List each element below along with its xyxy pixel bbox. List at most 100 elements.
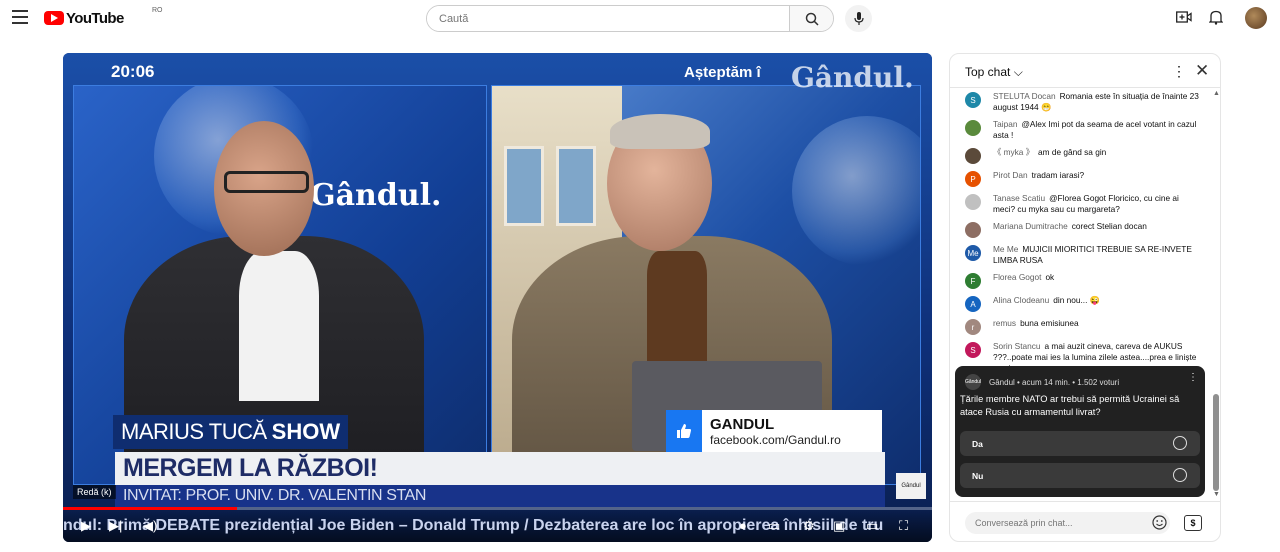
chat-author-avatar[interactable]: P — [965, 171, 981, 187]
poll-option-da[interactable]: Da — [960, 431, 1200, 456]
chat-author-avatar[interactable]: S — [965, 342, 981, 358]
chat-author-avatar[interactable] — [965, 194, 981, 210]
chat-message: Taipan @Alex Imi pot da seama de acel vot… — [950, 116, 1212, 144]
facebook-title: GANDUL — [710, 415, 775, 433]
chat-text: tradam iarasi? — [1031, 170, 1085, 180]
chat-author[interactable]: Mariana Dumitrache — [993, 221, 1068, 231]
more-options-icon[interactable]: ⋮ — [1172, 63, 1186, 80]
top-bar: YouTube RO — [0, 0, 1280, 36]
chat-author[interactable]: Me Me — [993, 244, 1018, 254]
theater-icon[interactable]: ▭ — [866, 518, 878, 534]
menu-icon[interactable] — [12, 10, 28, 24]
region-code: RO — [152, 7, 163, 14]
window-graphic — [556, 146, 596, 226]
emoji-button[interactable] — [1152, 515, 1167, 535]
chat-author[interactable]: STELUTA Docan — [993, 91, 1056, 101]
chat-author[interactable]: Sorin Stancu — [993, 341, 1041, 351]
scroll-up-icon[interactable]: ▲ — [1213, 90, 1220, 97]
channel-watermark: Gândul. — [791, 61, 914, 94]
chat-author[interactable]: remus — [993, 318, 1016, 328]
chat-author[interactable]: Pirot Dan — [993, 170, 1028, 180]
voice-search-button[interactable] — [845, 5, 872, 32]
video-player[interactable]: Gândul. 20:06 Așteptăm î Gândul. MARIUS … — [63, 53, 932, 542]
poll-option-nu[interactable]: Nu — [960, 463, 1200, 488]
chat-author-avatar[interactable] — [965, 222, 981, 238]
guest-bar: INVITAT: PROF. UNIV. DR. VALENTIN STAN — [115, 485, 885, 507]
chat-message: F Florea Gogot ok — [950, 269, 1212, 292]
search-input[interactable] — [427, 6, 789, 31]
player-controls: ndul: Primă DEBATE prezidențial Joe Bide… — [63, 510, 932, 542]
chat-author-avatar[interactable]: F — [965, 273, 981, 289]
chat-footer: $ — [950, 501, 1220, 541]
youtube-play-icon — [44, 11, 64, 25]
radio-icon — [1173, 436, 1187, 450]
create-button[interactable] — [1176, 10, 1192, 29]
chat-message: S STELUTA Docan Romania este în situația d… — [950, 88, 1212, 116]
miniplayer-icon[interactable]: ▣ — [833, 518, 845, 534]
chat-scrollbar[interactable]: ▲ ▼ — [1212, 88, 1220, 500]
chat-mode-selector[interactable]: Top chat ⌵ — [965, 65, 1023, 80]
close-icon[interactable]: ✕ — [1195, 61, 1209, 81]
poll-meta-text: Gândul • acum 14 min. • 1.502 voturi — [989, 377, 1120, 387]
fullscreen-icon[interactable]: ⛶ — [899, 518, 908, 534]
super-chat-button[interactable]: $ — [1184, 515, 1202, 531]
poll-option-label: Nu — [972, 471, 984, 481]
create-icon — [1176, 11, 1192, 23]
next-icon[interactable]: ▶| — [109, 518, 122, 534]
volume-icon[interactable]: ◀) — [143, 518, 157, 534]
subtitles-icon[interactable]: ▭ — [768, 518, 780, 534]
guest-tie — [647, 251, 707, 371]
search-button[interactable] — [789, 6, 833, 31]
globe-graphic — [792, 116, 920, 266]
inset-logo: Gândul. — [310, 178, 442, 213]
chat-message: r remus buna emisiunea — [950, 315, 1212, 338]
chat-author-avatar[interactable]: S — [965, 92, 981, 108]
guest-hair — [610, 114, 710, 149]
chat-author-avatar[interactable] — [965, 148, 981, 164]
scroll-down-icon[interactable]: ▼ — [1213, 491, 1220, 498]
chat-message-body: Taipan @Alex Imi pot da seama de acel vot… — [993, 119, 1202, 141]
chat-input[interactable] — [965, 512, 1170, 534]
chat-author[interactable]: Tanase Scatiu — [993, 193, 1045, 203]
news-ticker: ndul: Primă DEBATE prezidențial Joe Bide… — [63, 517, 884, 534]
upcoming-text: Așteptăm î — [684, 64, 761, 81]
scroll-thumb[interactable] — [1213, 394, 1219, 491]
emoji-icon — [1152, 515, 1167, 530]
chat-author-avatar[interactable]: Me — [965, 245, 981, 261]
chat-author-avatar[interactable] — [965, 120, 981, 136]
chat-author[interactable]: 《 myka 》 — [993, 147, 1034, 157]
account-avatar[interactable] — [1245, 7, 1267, 29]
chat-header: Top chat ⌵ ⋮ ✕ — [950, 54, 1220, 88]
facebook-banner: GANDUL facebook.com/Gandul.ro — [666, 410, 882, 452]
poll-card: Gândul Gândul • acum 14 min. • 1.502 vot… — [955, 366, 1205, 497]
chat-message: A Alina Clodeanu din nou... 😜 — [950, 292, 1212, 315]
autoplay-icon[interactable]: ● — [739, 518, 747, 533]
poll-options-icon[interactable]: ⋮ — [1188, 372, 1198, 383]
chat-message: P Pirot Dan tradam iarasi? — [950, 167, 1212, 190]
headline-text: MERGEM LA RĂZBOI! — [123, 454, 378, 482]
chat-text: buna emisiunea — [1020, 318, 1079, 328]
chat-author[interactable]: Taipan — [993, 119, 1017, 129]
corner-logo: Gândul — [896, 473, 926, 499]
chat-author[interactable]: Florea Gogot — [993, 272, 1041, 282]
notifications-button[interactable] — [1208, 9, 1224, 30]
chat-text: @Alex Imi pot da seama de acel votant in… — [993, 119, 1197, 140]
settings-icon[interactable]: ⚙ — [803, 518, 815, 534]
youtube-logo[interactable]: YouTube RO — [44, 7, 163, 27]
chat-message-body: Alina Clodeanu din nou... 😜 — [993, 295, 1202, 312]
window-graphic — [504, 146, 544, 226]
chat-author-avatar[interactable]: A — [965, 296, 981, 312]
poll-meta: Gândul Gândul • acum 14 min. • 1.502 vot… — [965, 374, 1119, 390]
play-icon[interactable]: ▶ — [81, 518, 91, 534]
search-icon — [805, 12, 819, 26]
chat-message-body: remus buna emisiunea — [993, 318, 1202, 335]
clock-overlay: 20:06 — [111, 62, 155, 81]
chat-message-body: Tanase Scatiu @Florea Gogot Floricico, cu… — [993, 193, 1202, 215]
chat-text: corect Stelian docan — [1071, 221, 1147, 231]
chat-author-avatar[interactable]: r — [965, 319, 981, 335]
chat-message-body: STELUTA Docan Romania este în situația de… — [993, 91, 1202, 113]
chat-author[interactable]: Alina Clodeanu — [993, 295, 1049, 305]
show-name: MARIUS TUCĂ — [121, 419, 267, 444]
live-chat: Top chat ⌵ ⋮ ✕ S STELUTA Docan Romania est… — [949, 53, 1221, 542]
poll-option-label: Da — [972, 439, 983, 449]
